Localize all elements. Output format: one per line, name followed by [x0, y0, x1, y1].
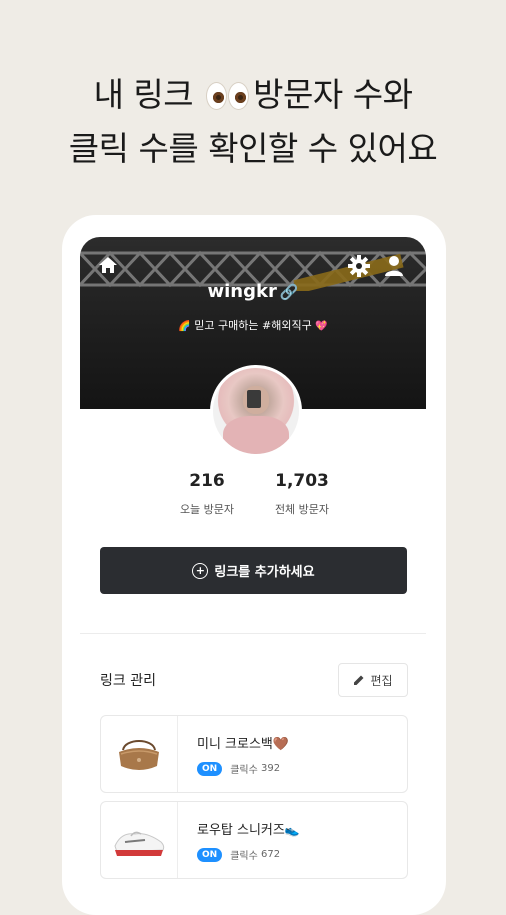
eyes-icon: [206, 74, 250, 124]
profile-username: wingkr 🔗: [80, 281, 426, 302]
link-card-meta: ON 클릭수 672: [197, 847, 280, 862]
add-link-label: 링크를 추가하세요: [214, 565, 315, 580]
link-card-meta: ON 클릭수 392: [197, 761, 280, 776]
gear-icon[interactable]: [348, 255, 370, 277]
brown-heart-icon: 🤎: [272, 737, 290, 752]
avatar[interactable]: [210, 365, 302, 457]
bio-text: 믿고 구매하는 #해외직구: [194, 319, 312, 332]
clicks-count: 392: [260, 763, 281, 774]
phone-mockup: wingkr 🔗 🌈 믿고 구매하는 #해외직구 💖 216 오늘 방문자 1,7…: [62, 215, 446, 915]
link-icon: 🔗: [279, 283, 299, 301]
link-title-text: 미니 크로스백: [197, 737, 273, 752]
section-divider: [80, 633, 426, 634]
headline-line-1-end: 방문자 수와: [253, 75, 413, 114]
link-management-title: 링크 관리: [100, 673, 156, 689]
clicks-label: 클릭수: [230, 851, 258, 862]
headline-line-1: 내 링크 방문자 수와: [0, 70, 506, 124]
total-visitors: 1,703 전체 방문자: [242, 471, 362, 517]
total-visitors-label: 전체 방문자: [274, 503, 330, 516]
heart-decoration-icon: 💖: [315, 321, 328, 332]
edit-label: 편집: [370, 673, 393, 688]
clicks-label: 클릭수: [230, 765, 258, 776]
sneaker-icon: 👟: [284, 823, 300, 837]
link-card-title: 미니 크로스백🤎: [197, 733, 289, 752]
link-card-title: 로우탑 스니커즈👟: [197, 819, 300, 838]
link-card[interactable]: 로우탑 스니커즈👟 ON 클릭수 672: [100, 801, 408, 879]
total-visitors-count: 1,703: [275, 471, 329, 491]
rainbow-icon: 🌈: [178, 321, 191, 332]
username-text: wingkr: [207, 281, 277, 302]
clicks-count: 672: [260, 849, 281, 860]
pencil-icon: [354, 675, 364, 685]
edit-button[interactable]: 편집: [338, 663, 408, 697]
profile-bio: 🌈 믿고 구매하는 #해외직구 💖: [80, 317, 426, 333]
sneaker-thumbnail: [101, 802, 178, 878]
status-badge[interactable]: ON: [197, 761, 223, 776]
link-card[interactable]: 미니 크로스백🤎 ON 클릭수 392: [100, 715, 408, 793]
promo-headline: 내 링크 방문자 수와 클릭 수를 확인할 수 있어요: [0, 70, 506, 174]
crossbag-thumbnail: [101, 716, 178, 792]
plus-circle-icon: +: [192, 562, 209, 579]
headline-line-2: 클릭 수를 확인할 수 있어요: [68, 129, 438, 168]
home-icon[interactable]: [98, 255, 118, 275]
add-link-button[interactable]: + 링크를 추가하세요: [100, 547, 407, 594]
status-badge[interactable]: ON: [197, 847, 223, 862]
link-title-text: 로우탑 스니커즈: [197, 823, 285, 838]
headline-line-1-start: 내 링크: [93, 75, 194, 114]
user-icon[interactable]: [384, 255, 404, 277]
